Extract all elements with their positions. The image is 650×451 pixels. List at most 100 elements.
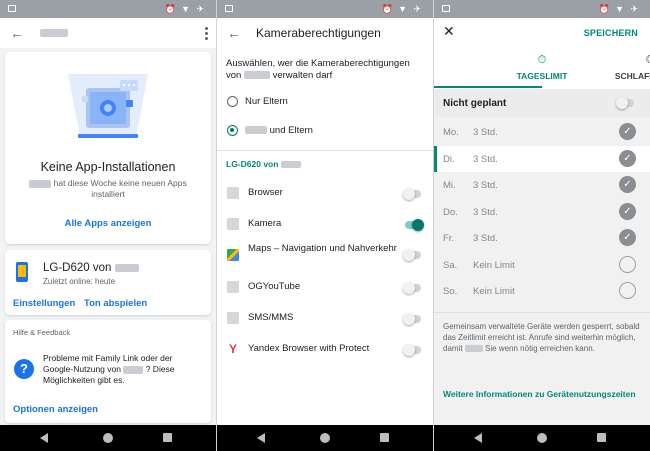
close-icon[interactable]: ✕ bbox=[443, 24, 455, 38]
status-bar: ⏰ ▼ ✈ bbox=[0, 0, 216, 18]
checkmark-icon[interactable]: ✓ bbox=[619, 176, 636, 193]
nav-back-icon[interactable] bbox=[257, 433, 265, 443]
tab-label: SCHLAFENSZEIT bbox=[614, 71, 650, 81]
day-name: Sa. bbox=[443, 259, 458, 271]
checkmark-icon[interactable]: ✓ bbox=[619, 229, 636, 246]
alarm-icon: ⏰ bbox=[164, 4, 176, 14]
day-row-saturday[interactable]: Sa. Kein Limit bbox=[434, 252, 650, 279]
day-limit: 3 Std. bbox=[473, 153, 498, 165]
no-installs-description: hat diese Woche keine neuen Apps install… bbox=[19, 178, 197, 200]
tablet-illustration-icon bbox=[68, 74, 148, 138]
no-installs-description-text: hat diese Woche keine neuen Apps install… bbox=[53, 178, 187, 199]
tab-daily-limit[interactable]: ⏱ TAGESLIMIT bbox=[434, 50, 568, 87]
more-options-icon[interactable] bbox=[205, 27, 208, 42]
back-arrow-icon[interactable]: ← bbox=[227, 26, 241, 40]
wifi-icon: ▼ bbox=[398, 4, 407, 14]
unchecked-circle-icon[interactable] bbox=[619, 255, 636, 273]
radio-label-text: und Eltern bbox=[269, 125, 313, 136]
app-row-browser[interactable]: Browser bbox=[217, 179, 433, 209]
nav-home-icon[interactable] bbox=[103, 433, 113, 443]
camera-permissions-screen: ⏰ ▼ ✈ ← Kameraberechtigungen Auswählen, … bbox=[217, 0, 433, 451]
app-icon-placeholder bbox=[227, 312, 239, 324]
airplane-icon: ✈ bbox=[413, 4, 421, 14]
daily-limit-screen: ⏰ ▼ ✈ ✕ SPEICHERN ⏱ TAGESLIMIT ☾ SCHLAFE… bbox=[434, 0, 650, 451]
app-row-yandex[interactable]: Y Yandex Browser with Protect bbox=[217, 335, 433, 365]
radio-parents-only[interactable]: Nur Eltern bbox=[227, 95, 427, 109]
day-name: So. bbox=[443, 286, 458, 297]
nav-home-icon[interactable] bbox=[537, 433, 547, 443]
app-bar: ✕ SPEICHERN bbox=[434, 18, 650, 48]
camera-permission-toggle[interactable] bbox=[405, 219, 424, 231]
schedule-toggle[interactable] bbox=[616, 97, 634, 109]
nav-back-icon[interactable] bbox=[40, 433, 48, 443]
app-name: Maps – Navigation und Nahverkehr bbox=[248, 243, 397, 254]
day-name: Fr. bbox=[443, 233, 455, 244]
help-feedback-card: Hilfe & Feedback ? Probleme mit Family L… bbox=[5, 320, 211, 423]
screen-time-info-link[interactable]: Weitere Informationen zu Gerätenutzungsz… bbox=[443, 389, 636, 399]
day-row-sunday[interactable]: So. Kein Limit bbox=[434, 278, 650, 305]
permissions-subtitle: Auswählen, wer die Kameraberechtigungen … bbox=[226, 58, 426, 82]
wifi-icon: ▼ bbox=[181, 4, 190, 14]
app-name: OGYouTube bbox=[248, 281, 301, 292]
permissions-subtitle-part-2: verwalten darf bbox=[272, 70, 333, 81]
day-limit: Kein Limit bbox=[473, 259, 515, 271]
show-options-link[interactable]: Optionen anzeigen bbox=[13, 404, 98, 415]
child-name-redacted bbox=[280, 161, 301, 169]
day-row-wednesday[interactable]: Mi. 3 Std. ✓ bbox=[434, 172, 650, 199]
day-row-thursday[interactable]: Do. 3 Std. ✓ bbox=[434, 199, 650, 226]
app-name: Browser bbox=[248, 187, 283, 198]
day-limit: Kein Limit bbox=[473, 286, 515, 297]
child-name-redacted bbox=[245, 126, 267, 135]
info-text-part-2: Sie wenn nötig erreichen kann. bbox=[485, 344, 595, 353]
save-button[interactable]: SPEICHERN bbox=[584, 28, 638, 38]
camera-permission-toggle[interactable] bbox=[403, 344, 421, 356]
radio-button[interactable] bbox=[227, 96, 238, 107]
day-limit: 3 Std. bbox=[473, 180, 498, 191]
checkmark-icon[interactable]: ✓ bbox=[619, 202, 636, 220]
checkmark-icon[interactable]: ✓ bbox=[619, 149, 636, 167]
nav-recents-icon[interactable] bbox=[380, 433, 389, 442]
camera-permission-toggle[interactable] bbox=[403, 313, 421, 325]
day-row-monday[interactable]: Mo. 3 Std. ✓ bbox=[434, 119, 650, 146]
child-name-redacted bbox=[123, 365, 144, 374]
app-row-sms-mms[interactable]: SMS/MMS bbox=[217, 304, 433, 334]
settings-link[interactable]: Einstellungen bbox=[13, 298, 75, 309]
help-question-icon: ? bbox=[14, 359, 34, 379]
radio-child-and-parents[interactable]: und Eltern bbox=[227, 124, 427, 138]
app-icon-placeholder bbox=[227, 281, 239, 293]
nav-back-icon[interactable] bbox=[474, 433, 482, 443]
day-row-friday[interactable]: Fr. 3 Std. ✓ bbox=[434, 225, 650, 252]
nav-recents-icon[interactable] bbox=[597, 433, 606, 442]
nav-home-icon[interactable] bbox=[320, 433, 330, 443]
app-name: Kamera bbox=[248, 218, 282, 229]
radio-button-selected[interactable] bbox=[227, 125, 238, 136]
tab-bedtime[interactable]: ☾ SCHLAFENSZEIT bbox=[542, 50, 650, 87]
maps-icon bbox=[227, 249, 239, 261]
app-name: Yandex Browser with Protect bbox=[248, 343, 370, 354]
app-row-ogyoutube[interactable]: OGYouTube bbox=[217, 273, 433, 303]
all-apps-link[interactable]: Alle Apps anzeigen bbox=[5, 218, 211, 229]
camera-permission-toggle[interactable] bbox=[403, 249, 421, 261]
nav-recents-icon[interactable] bbox=[163, 433, 172, 442]
unchecked-circle-icon[interactable] bbox=[619, 282, 636, 299]
play-sound-link[interactable]: Ton abspielen bbox=[84, 298, 147, 309]
app-row-maps[interactable]: Maps – Navigation und Nahverkehr bbox=[217, 237, 433, 273]
camera-permission-toggle[interactable] bbox=[403, 282, 421, 294]
schedule-row[interactable]: Nicht geplant bbox=[434, 89, 650, 117]
app-name: SMS/MMS bbox=[248, 312, 294, 323]
checkmark-icon[interactable]: ✓ bbox=[619, 123, 636, 140]
alarm-icon: ⏰ bbox=[381, 4, 393, 14]
phone-icon bbox=[16, 262, 28, 282]
radio-label: und Eltern bbox=[245, 125, 313, 136]
no-installs-title: Keine App-Installationen bbox=[40, 160, 176, 174]
section-divider bbox=[217, 150, 433, 151]
app-row-kamera[interactable]: Kamera bbox=[217, 210, 433, 240]
system-nav-bar bbox=[0, 425, 216, 451]
notification-icon bbox=[8, 5, 16, 12]
alarm-icon: ⏰ bbox=[598, 4, 610, 14]
device-section-title: LG-D620 von bbox=[226, 159, 301, 169]
back-arrow-icon[interactable]: ← bbox=[10, 26, 24, 40]
camera-permission-toggle[interactable] bbox=[403, 188, 421, 200]
day-row-tuesday[interactable]: Di. 3 Std. ✓ bbox=[434, 145, 650, 172]
notification-icon bbox=[442, 5, 450, 12]
